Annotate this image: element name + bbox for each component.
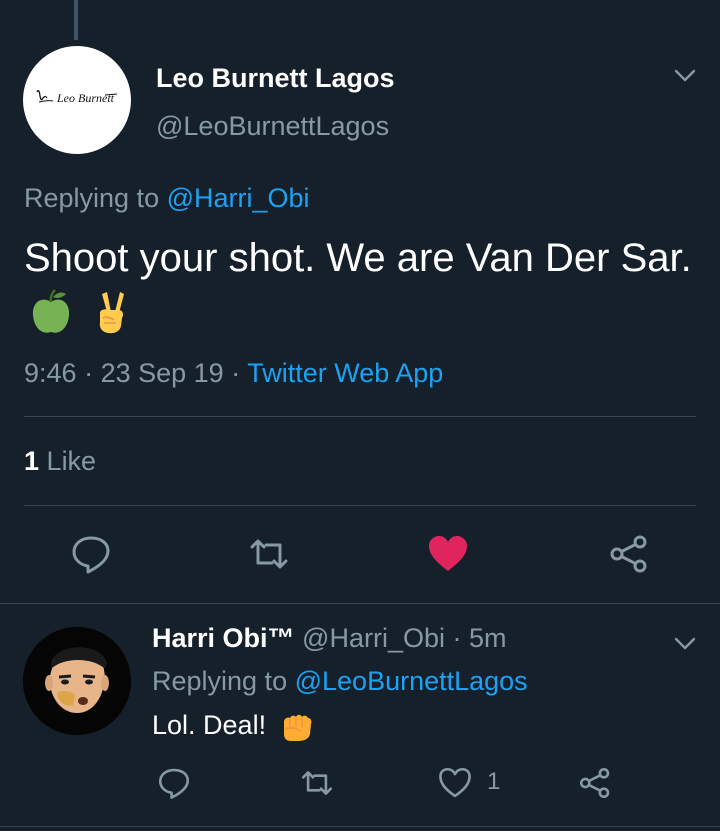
green-apple-icon	[30, 288, 72, 336]
svg-text:Leo Burnett: Leo Burnett	[56, 91, 115, 105]
share-icon[interactable]	[608, 533, 650, 575]
cartoon-face-icon	[23, 627, 131, 735]
tweet-source-link[interactable]: Twitter Web App	[247, 358, 443, 388]
avatar[interactable]: Leo Burnett	[23, 46, 131, 154]
meta-separator: ·	[452, 623, 462, 653]
share-icon[interactable]	[578, 766, 612, 800]
tweet-time: 9:46	[24, 358, 77, 388]
tweet-date: 23 Sep 19	[100, 358, 224, 388]
meta-separator: ·	[84, 358, 94, 388]
like-heart-icon[interactable]	[438, 766, 472, 800]
thread-connector-line	[74, 0, 78, 40]
victory-hand-icon	[89, 288, 131, 336]
leo-burnett-logo-icon: Leo Burnett	[36, 90, 118, 105]
reply-body: Lol. Deal!	[152, 708, 314, 744]
divider	[0, 603, 720, 604]
avatar[interactable]	[23, 627, 131, 735]
author-handle[interactable]: @LeoBurnettLagos	[156, 110, 389, 142]
tweet-body: Shoot your shot. We are Van Der Sar.	[24, 232, 694, 336]
reply-like-count: 1	[487, 768, 501, 795]
reply-age: 5m	[469, 623, 507, 653]
author-name[interactable]: Leo Burnett Lagos	[156, 62, 395, 94]
replying-to-link[interactable]: @Harri_Obi	[167, 183, 310, 213]
reply-icon[interactable]	[70, 533, 112, 575]
replying-prefix: Replying to	[152, 666, 288, 696]
reply-icon[interactable]	[157, 766, 191, 800]
tweet-metadata: 9:46 · 23 Sep 19 · Twitter Web App	[24, 357, 443, 389]
reply-header: Harri Obi™ @Harri_Obi · 5m	[152, 622, 507, 654]
replying-to-line: Replying to @Harri_Obi	[24, 182, 310, 214]
liked-heart-icon[interactable]	[427, 533, 469, 575]
retweet-icon[interactable]	[300, 766, 334, 800]
fist-icon	[280, 710, 314, 744]
tweet-text: Shoot your shot. We are Van Der Sar.	[24, 236, 692, 280]
divider	[0, 826, 720, 827]
replying-to-line: Replying to @LeoBurnettLagos	[152, 665, 528, 697]
replying-prefix: Replying to	[24, 183, 160, 213]
chevron-down-icon[interactable]	[672, 630, 698, 656]
reply-author-handle[interactable]: @Harri_Obi	[302, 623, 445, 653]
like-summary[interactable]: 1 Like	[24, 445, 96, 477]
chevron-down-icon[interactable]	[672, 62, 698, 88]
like-count: 1	[24, 446, 40, 476]
meta-separator: ·	[231, 358, 241, 388]
replying-to-link[interactable]: @LeoBurnettLagos	[295, 666, 528, 696]
like-label: Like	[46, 446, 97, 476]
divider	[24, 416, 696, 417]
reply-text: Lol. Deal!	[152, 710, 267, 740]
reply-author-name[interactable]: Harri Obi™	[152, 623, 295, 653]
retweet-icon[interactable]	[248, 533, 290, 575]
divider	[24, 505, 696, 506]
